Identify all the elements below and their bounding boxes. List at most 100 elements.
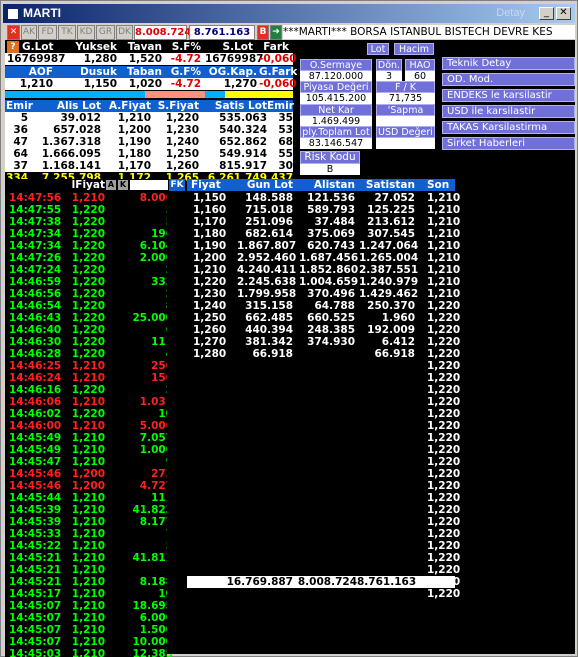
- price-dist-cell: 6.412: [381, 336, 415, 348]
- field-label-usd[interactable]: USD Değeri: [376, 126, 435, 138]
- trade-lot: 5: [109, 540, 173, 552]
- price-dist-cell: 64.788: [314, 300, 355, 312]
- son-value: 1,220: [427, 480, 461, 492]
- depth-cell: 37: [13, 160, 28, 172]
- trade-price: 1,220: [71, 324, 105, 336]
- hdr-alistan[interactable]: Alistan: [299, 179, 355, 191]
- price-dist-cell: 1.247.064: [359, 240, 419, 252]
- trade-lot: 8: [109, 300, 173, 312]
- menu-takas[interactable]: TAKAS Karsilastirma: [442, 121, 575, 134]
- price-dist-cell: 66.918: [252, 348, 293, 360]
- tab-hacim[interactable]: Hacim: [394, 43, 434, 55]
- price-dist-cell: 1.265.004: [359, 252, 419, 264]
- menu-usd[interactable]: USD ile karsilastir: [442, 105, 575, 118]
- price-dist-row: 1,170 251.096 37.484 213.612: [187, 216, 427, 228]
- title-bar[interactable]: MARTI Detay _ ✕: [3, 4, 575, 23]
- close-tab-icon[interactable]: ✕: [7, 25, 20, 40]
- price-dist-row: 1,250 662.485 660.525 1.960: [187, 312, 427, 324]
- trade-price: 1,220: [71, 240, 105, 252]
- trade-time: 14:45:46: [9, 480, 62, 492]
- sort-a-button[interactable]: A: [106, 180, 116, 190]
- price-dist-cell: 440.394: [245, 324, 293, 336]
- field-label-sapma[interactable]: 'Sapma: [376, 104, 435, 116]
- field-value-risk: B: [300, 164, 360, 175]
- price-dist-cell: 1,250: [193, 312, 227, 324]
- depth-header: Emir Alis Lot A.Fiyat S.Fiyat Satis Lot …: [5, 100, 294, 112]
- field-label-fk[interactable]: F / K: [376, 81, 435, 93]
- tab-ak[interactable]: AK: [21, 25, 37, 40]
- son-value: 1,220: [427, 384, 461, 396]
- depth-cell: 535.063: [219, 112, 267, 124]
- trade-row: 14:45:03 1,210 12.385: [5, 648, 173, 657]
- hdr-gun-lot[interactable]: Gun Lot: [237, 179, 293, 191]
- son-row: 1,220: [427, 552, 460, 564]
- minimize-icon[interactable]: _: [539, 7, 554, 20]
- tab-tk[interactable]: TK: [58, 25, 76, 40]
- depth-cell: 657.028: [53, 124, 101, 136]
- price-dist-row: 1,180 682.614 375.069 307.545: [187, 228, 427, 240]
- price-dist-cell: 1,200: [193, 252, 227, 264]
- hdr-fiyat[interactable]: Fiyat: [191, 179, 225, 191]
- tab-gr[interactable]: GR: [96, 25, 115, 40]
- price-dist-cell: 1,230: [193, 288, 227, 300]
- trade-lot: 10: [158, 588, 173, 600]
- hdr-son[interactable]: Son: [427, 179, 455, 191]
- son-row: 1,210: [427, 252, 461, 264]
- field-label-netkar[interactable]: Net Kar: [300, 104, 372, 116]
- price-dist-cell: 192.009: [367, 324, 415, 336]
- field-label-hao[interactable]: HAO: [405, 59, 435, 71]
- field-value-usd: [376, 138, 435, 149]
- trade-time: 14:45:39: [9, 516, 62, 528]
- trade-time: 14:45:49: [9, 432, 62, 444]
- trade-row: 14:45:46 1,200 4.727: [5, 480, 173, 492]
- arrow-icon[interactable]: ➔: [270, 25, 282, 40]
- depth-row: 36 657.028 1,200 1,230 540.324 53: [5, 124, 293, 136]
- price-dist-cell: 1.799.958: [237, 288, 297, 300]
- price-dist-row: 1,230 1.799.958 370.496 1.429.462: [187, 288, 427, 300]
- trade-price: 1,220: [71, 384, 105, 396]
- tab-kd[interactable]: KD: [77, 25, 95, 40]
- price-dist-cell: 1.960: [381, 312, 415, 324]
- price-dist-row: 1,190 1.867.807 620.743 1.247.064: [187, 240, 427, 252]
- trade-lot: 111: [151, 492, 173, 504]
- price-dist-cell: 1,240: [193, 300, 227, 312]
- tab-fd[interactable]: FD: [38, 25, 57, 40]
- hdr-yuksek: Yuksek: [75, 41, 117, 53]
- tab-lot[interactable]: Lot: [367, 43, 389, 55]
- price-dist-cell: 1.867.807: [237, 240, 297, 252]
- field-label-risk[interactable]: Risk Kodu: [300, 151, 360, 164]
- hdr-alis-lot: Alis Lot: [56, 100, 101, 112]
- field-label-don[interactable]: Dön.: [376, 59, 402, 71]
- trades-filter-input[interactable]: [130, 180, 168, 190]
- son-value: 1,220: [427, 300, 461, 312]
- trade-time: 14:45:21: [9, 552, 62, 564]
- depth-cell: 1,250: [165, 148, 199, 160]
- hdr-ogkap: OG.Kap.: [208, 66, 257, 78]
- menu-teknik-detay[interactable]: Teknik Detay: [442, 57, 575, 70]
- menu-haberler[interactable]: Sirket Haberleri: [442, 137, 575, 150]
- trade-row: 14:46:56 1,220 2: [5, 288, 173, 300]
- price-dist-cell: 1,220: [193, 276, 227, 288]
- menu-endeks[interactable]: ENDEKS le karsilastir: [442, 89, 575, 102]
- trade-lot: 1.031: [139, 396, 173, 408]
- menu-od-mod[interactable]: OD. Mod.: [442, 73, 575, 86]
- trade-time: 14:47:55: [9, 204, 62, 216]
- sort-k-button[interactable]: K: [118, 180, 128, 190]
- help-icon[interactable]: ?: [7, 41, 19, 53]
- trade-lot: 8.000: [139, 192, 173, 204]
- son-value: 1,210: [427, 252, 461, 264]
- tab-dk[interactable]: DK: [116, 25, 133, 40]
- field-label-piyasa[interactable]: Piyasa Değeri: [300, 81, 372, 93]
- son-value: 1,220: [427, 408, 461, 420]
- son-value: 1,220: [427, 492, 461, 504]
- trades-scrollbar[interactable]: [167, 192, 183, 654]
- trade-time: 14:45:07: [9, 636, 62, 648]
- hdr-fk[interactable]: FK: [169, 179, 185, 191]
- price-dist-cell: 660.525: [307, 312, 355, 324]
- close-icon[interactable]: ✕: [556, 7, 571, 20]
- trade-lot: 18.695: [132, 600, 173, 612]
- field-label-toplamlot[interactable]: ply.Toplam Lot: [300, 126, 372, 138]
- hdr-satistan[interactable]: Satistan: [359, 179, 415, 191]
- field-label-osermaye[interactable]: O.Sermaye: [300, 59, 372, 71]
- price-dist-cell: 374.930: [307, 336, 355, 348]
